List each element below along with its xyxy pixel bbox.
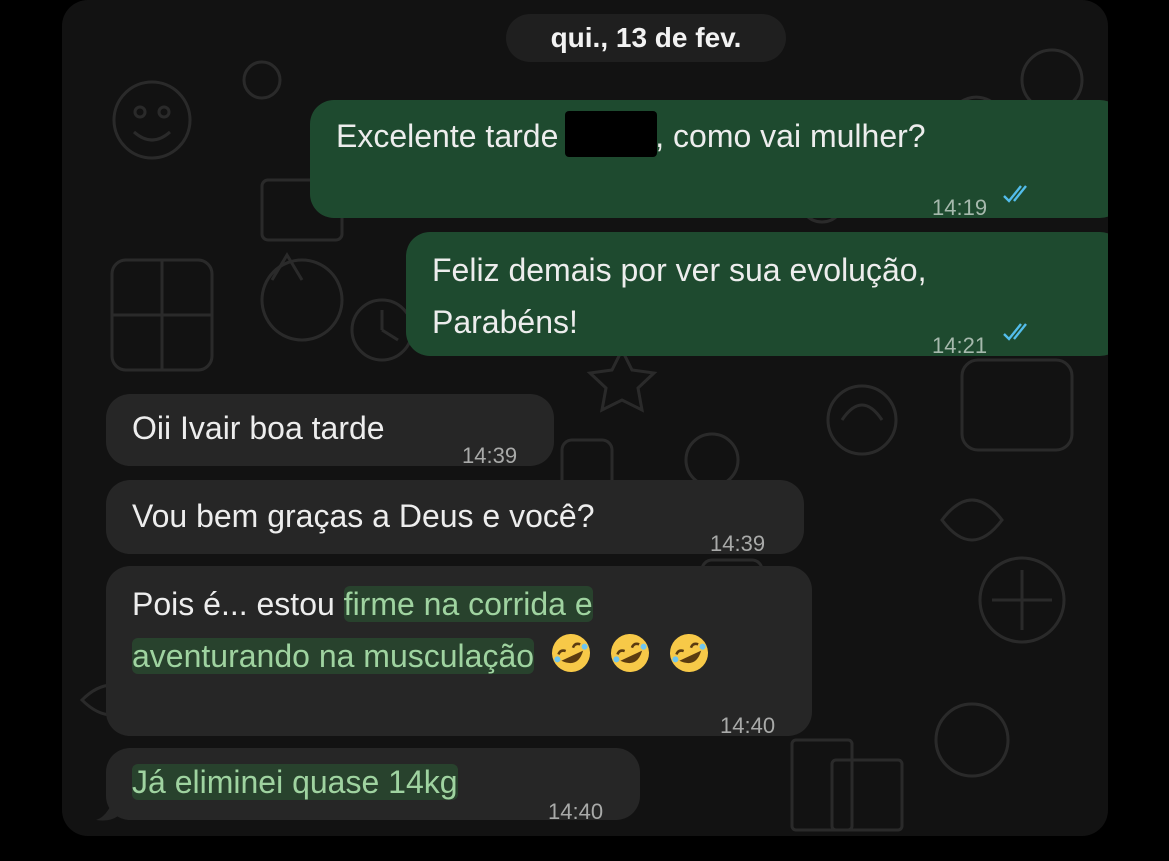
message-time: 14:40: [720, 713, 776, 738]
chat-panel[interactable]: qui., 13 de fev. Excelente tarde , como …: [62, 0, 1108, 836]
highlighted-text: Já eliminei quase 14kg: [132, 764, 458, 800]
message-text-line: Parabéns!: [432, 304, 578, 340]
rolling-on-floor-laughing-emoji: [669, 634, 708, 672]
message-text: Oii Ivair boa tarde: [132, 410, 385, 446]
message-text: Vou bem graças a Deus e você?: [132, 498, 595, 534]
double-check-icon: [1003, 185, 1027, 203]
message-bubble-incoming[interactable]: Vou bem graças a Deus e você? 14:39: [106, 480, 804, 556]
bubble-tail: [96, 786, 118, 821]
redacted-block: [565, 111, 658, 157]
date-separator-label: qui., 13 de fev.: [550, 22, 742, 53]
highlighted-text: aventurando na musculação: [132, 638, 535, 674]
message-time: 14:19: [932, 195, 988, 220]
message-bubble-incoming[interactable]: Já eliminei quase 14kg 14:40: [106, 748, 640, 824]
message-bubble-incoming[interactable]: Pois é... estou firme na corrida e avent…: [106, 566, 812, 738]
message-text: Excelente tarde , como vai mulher?: [336, 110, 926, 162]
message-time: 14:21: [932, 333, 988, 358]
message-bubble-outgoing[interactable]: Feliz demais por ver sua evolução, Parab…: [406, 232, 1108, 358]
rolling-on-floor-laughing-emoji: [610, 634, 649, 672]
message-time: 14:39: [462, 443, 518, 468]
message-text-part: , como vai mulher?: [655, 118, 926, 154]
message-text-line: Pois é... estou firme na corrida e: [132, 578, 593, 630]
message-text-line: aventurando na musculação: [132, 630, 711, 682]
message-text-line: Feliz demais por ver sua evolução,: [432, 252, 927, 288]
double-check-icon: [1003, 323, 1027, 341]
message-text-part: Excelente tarde: [336, 118, 568, 154]
rolling-on-floor-laughing-emoji: [551, 634, 590, 672]
message-bubble-incoming[interactable]: Oii Ivair boa tarde 14:39: [106, 394, 554, 468]
date-separator: qui., 13 de fev.: [506, 14, 786, 62]
bubble-tail: [1062, 320, 1082, 356]
message-text-part: Pois é... estou: [132, 586, 344, 622]
highlighted-text: firme na corrida e: [343, 586, 593, 622]
message-bubble-outgoing[interactable]: Excelente tarde , como vai mulher? 14:19: [310, 100, 1108, 220]
message-time: 14:40: [548, 799, 604, 824]
message-text: Já eliminei quase 14kg: [132, 756, 458, 808]
message-time: 14:39: [710, 531, 766, 556]
